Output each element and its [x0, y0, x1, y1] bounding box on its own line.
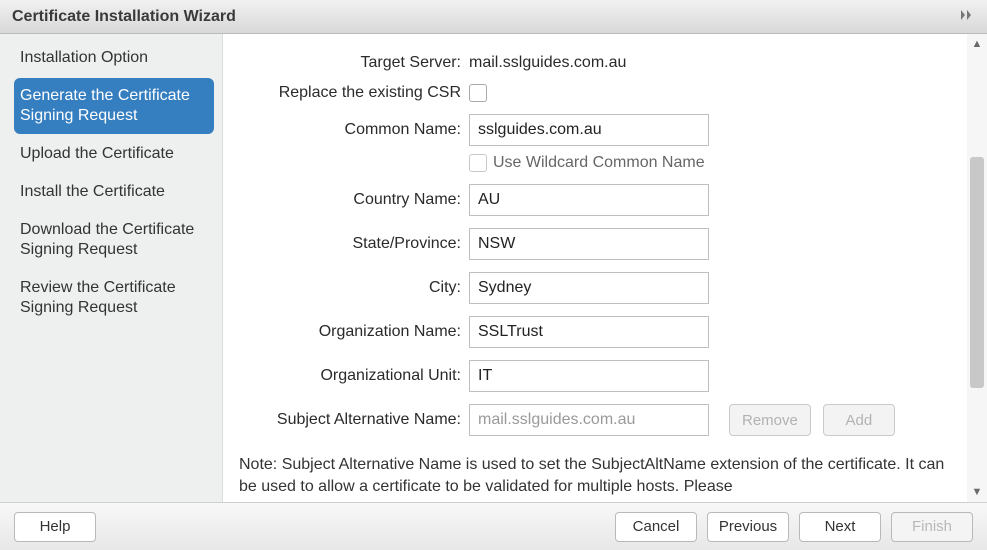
- sidebar-item-installation-option[interactable]: Installation Option: [14, 40, 214, 76]
- label-city: City:: [239, 279, 469, 297]
- scroll-thumb[interactable]: [970, 157, 984, 388]
- scroll-track[interactable]: [967, 54, 987, 482]
- label-country: Country Name:: [239, 191, 469, 209]
- button-next[interactable]: Next: [799, 512, 881, 542]
- title-bar: Certificate Installation Wizard: [0, 0, 987, 34]
- button-help[interactable]: Help: [14, 512, 96, 542]
- row-state: State/Province:: [239, 228, 951, 260]
- row-common-name: Common Name:: [239, 114, 951, 146]
- input-country[interactable]: [469, 184, 709, 216]
- vertical-scrollbar[interactable]: ▲ ▼: [967, 34, 987, 502]
- sidebar-item-generate-csr[interactable]: Generate the Certificate Signing Request: [14, 78, 214, 134]
- window-title: Certificate Installation Wizard: [12, 8, 236, 26]
- row-org: Organization Name:: [239, 316, 951, 348]
- content-wrap: Target Server: mail.sslguides.com.au Rep…: [222, 34, 987, 502]
- label-wildcard: Use Wildcard Common Name: [493, 154, 705, 172]
- input-city[interactable]: [469, 272, 709, 304]
- button-cancel[interactable]: Cancel: [615, 512, 697, 542]
- sidebar-item-install-cert[interactable]: Install the Certificate: [14, 174, 214, 210]
- label-ou: Organizational Unit:: [239, 367, 469, 385]
- input-common-name[interactable]: [469, 114, 709, 146]
- button-san-add[interactable]: Add: [823, 404, 895, 436]
- label-san: Subject Alternative Name:: [239, 411, 469, 429]
- checkbox-replace-csr[interactable]: [469, 84, 487, 102]
- button-previous[interactable]: Previous: [707, 512, 789, 542]
- main-area: Installation Option Generate the Certifi…: [0, 34, 987, 502]
- san-buttons: Remove Add: [729, 404, 895, 436]
- sidebar-item-review-csr[interactable]: Review the Certificate Signing Request: [14, 270, 214, 326]
- row-country: Country Name:: [239, 184, 951, 216]
- row-ou: Organizational Unit:: [239, 360, 951, 392]
- row-replace-csr: Replace the existing CSR: [239, 84, 951, 102]
- button-finish[interactable]: Finish: [891, 512, 973, 542]
- label-state: State/Province:: [239, 235, 469, 253]
- checkbox-wildcard[interactable]: [469, 154, 487, 172]
- input-ou[interactable]: [469, 360, 709, 392]
- sidebar-item-upload-cert[interactable]: Upload the Certificate: [14, 136, 214, 172]
- footer-bar: Help Cancel Previous Next Finish: [0, 502, 987, 550]
- value-target-server: mail.sslguides.com.au: [469, 54, 626, 72]
- scroll-up-arrow-icon[interactable]: ▲: [967, 34, 987, 54]
- button-san-remove[interactable]: Remove: [729, 404, 811, 436]
- sidebar-item-download-csr[interactable]: Download the Certificate Signing Request: [14, 212, 214, 268]
- expand-icon[interactable]: [959, 8, 975, 25]
- label-replace-csr: Replace the existing CSR: [239, 84, 469, 102]
- row-san: Subject Alternative Name: Remove Add: [239, 404, 951, 436]
- input-state[interactable]: [469, 228, 709, 260]
- input-san[interactable]: [469, 404, 709, 436]
- row-city: City:: [239, 272, 951, 304]
- row-target-server: Target Server: mail.sslguides.com.au: [239, 54, 951, 72]
- input-org[interactable]: [469, 316, 709, 348]
- label-org: Organization Name:: [239, 323, 469, 341]
- wizard-sidebar: Installation Option Generate the Certifi…: [0, 34, 222, 502]
- form-content: Target Server: mail.sslguides.com.au Rep…: [223, 34, 967, 502]
- label-common-name: Common Name:: [239, 121, 469, 139]
- san-note: Note: Subject Alternative Name is used t…: [239, 454, 951, 497]
- scroll-down-arrow-icon[interactable]: ▼: [967, 482, 987, 502]
- label-target-server: Target Server:: [239, 54, 469, 72]
- row-wildcard: Use Wildcard Common Name: [469, 154, 951, 172]
